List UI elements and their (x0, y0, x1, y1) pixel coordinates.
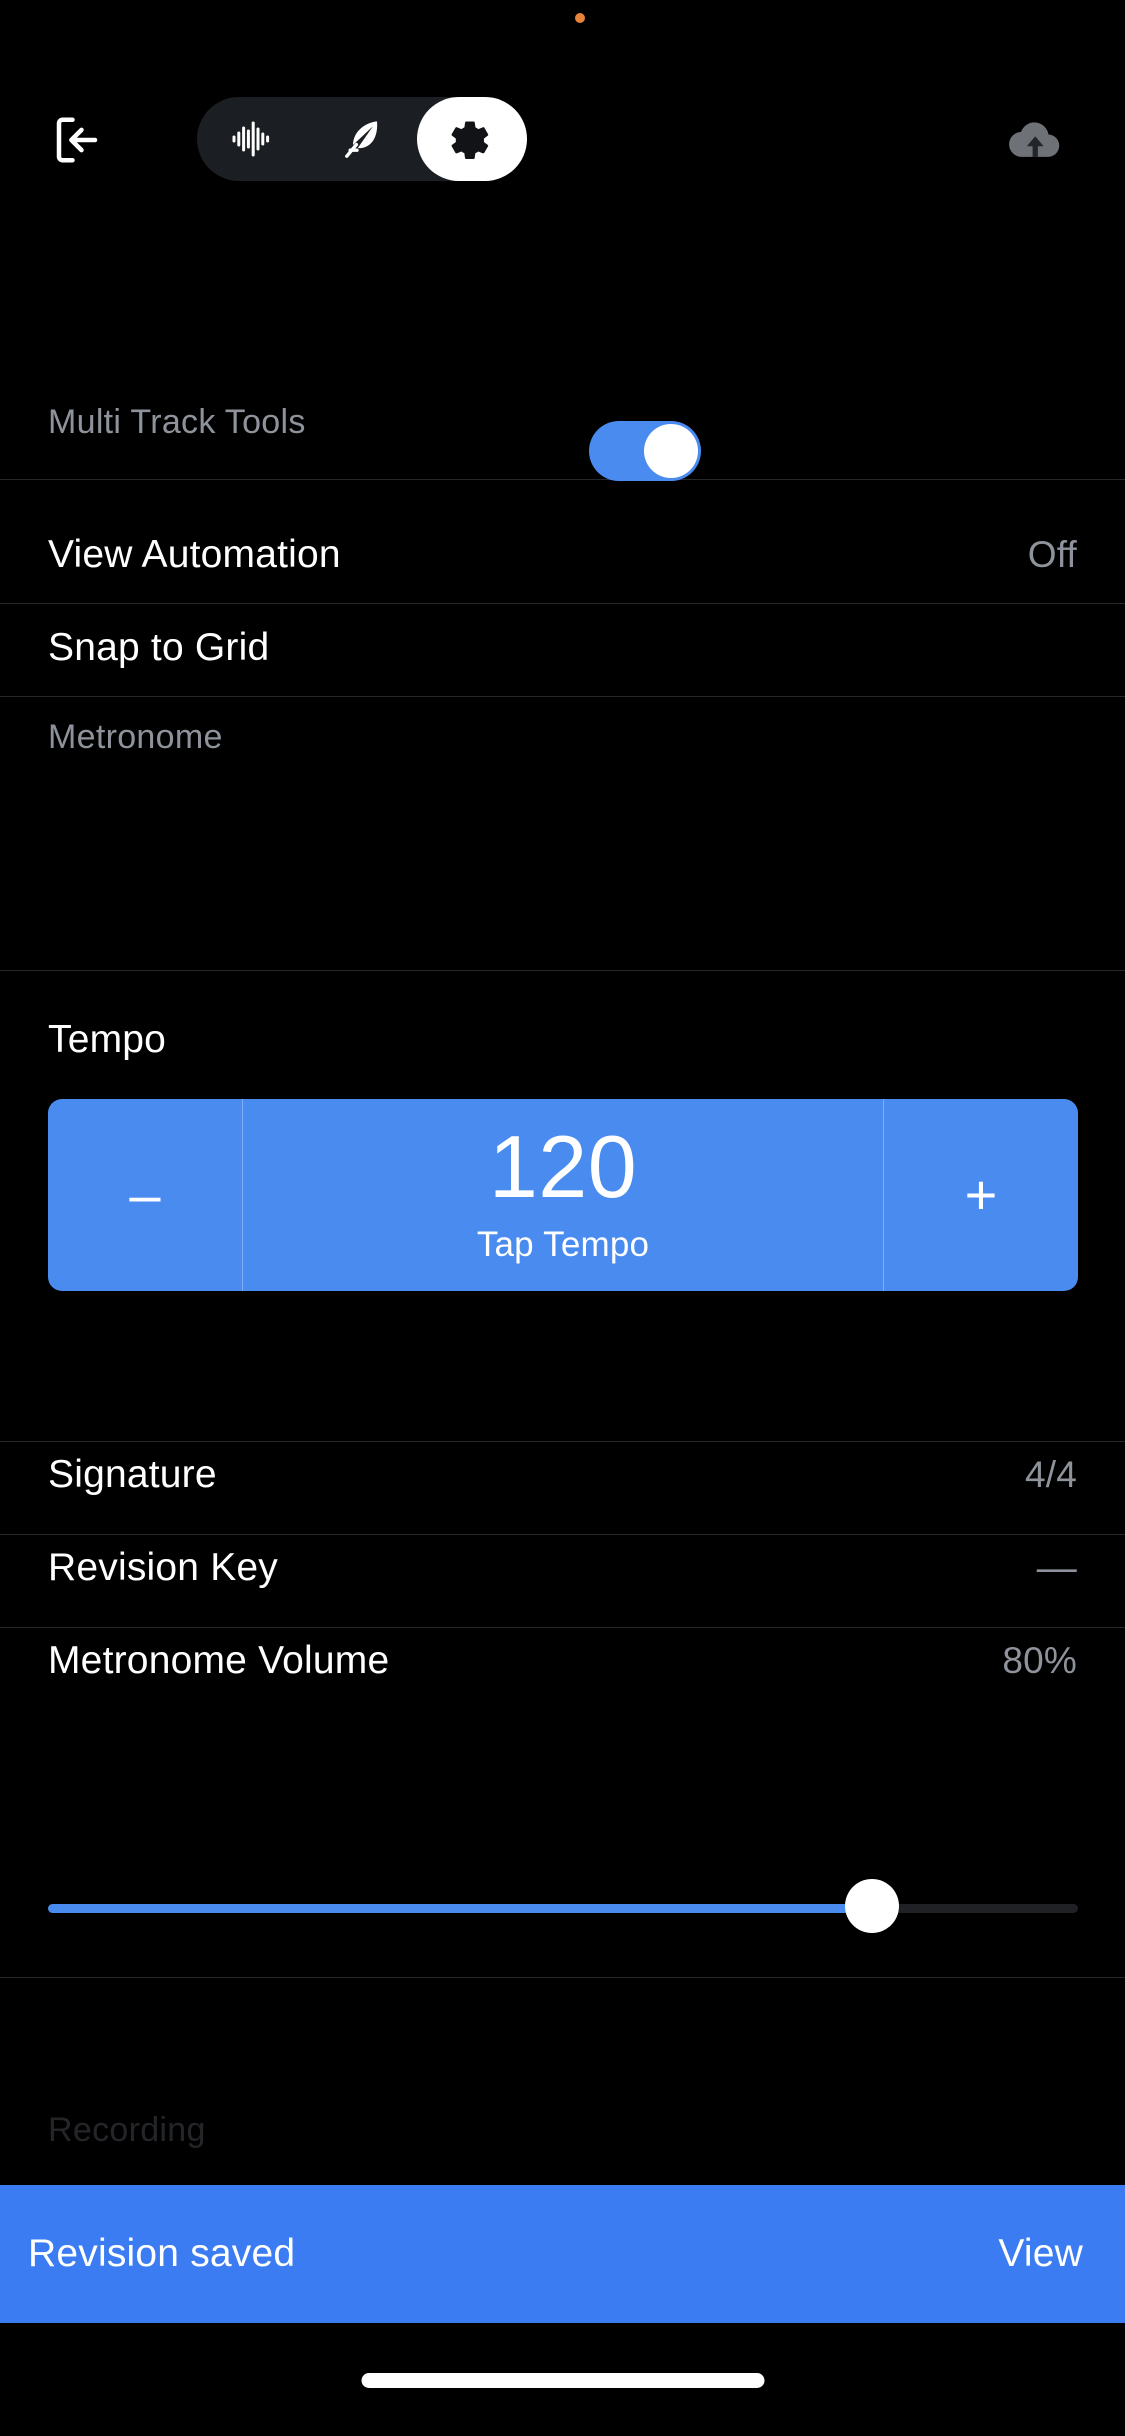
feather-quill-icon (345, 121, 378, 158)
row-view-automation[interactable]: View Automation Off (0, 520, 1125, 590)
tempo-increment-button[interactable]: + (883, 1099, 1078, 1291)
snap-to-grid-toggle[interactable] (589, 421, 701, 481)
home-indicator[interactable] (361, 2373, 764, 2388)
tap-tempo-button[interactable]: 120 Tap Tempo (243, 1099, 883, 1291)
row-value: 80% (1002, 1640, 1077, 1681)
row-revision-key[interactable]: Revision Key — (0, 1533, 1125, 1603)
segment-lyrics[interactable] (307, 97, 417, 181)
tap-tempo-label: Tap Tempo (476, 1224, 650, 1264)
recording-status-dot (575, 13, 585, 23)
tempo-decrement-button[interactable]: – (48, 1099, 243, 1291)
row-label: Revision Key (48, 1546, 279, 1589)
row-value: 4/4 (1024, 1454, 1077, 1495)
row-metronome-volume[interactable]: Metronome Volume 80% (0, 1626, 1125, 1696)
row-label: View Automation (48, 533, 341, 576)
snackbar-message: Revision saved (28, 2232, 296, 2275)
tempo-stepper[interactable]: – 120 Tap Tempo + (48, 1099, 1078, 1291)
gear-icon (451, 121, 489, 160)
snackbar: Revision saved View (0, 2185, 1125, 2323)
upload-button[interactable] (1002, 109, 1068, 173)
row-label: Tempo (48, 1018, 167, 1061)
snackbar-view-action[interactable]: View (998, 2232, 1093, 2276)
metronome-volume-slider[interactable] (48, 1879, 1078, 1933)
divider (0, 479, 1125, 480)
row-snap-to-grid[interactable]: Snap to Grid (0, 613, 1125, 683)
segment-settings[interactable] (417, 97, 527, 181)
row-value: Off (1027, 534, 1077, 575)
row-signature[interactable]: Signature 4/4 (0, 1440, 1125, 1510)
tempo-value: 120 (488, 1117, 638, 1217)
row-label: Metronome Volume (48, 1639, 390, 1682)
audio-waveform-icon (232, 121, 270, 157)
toggle-knob (644, 424, 698, 478)
divider (0, 1977, 1125, 1978)
top-toolbar (0, 95, 1125, 185)
exit-door-arrow-icon (56, 117, 98, 163)
view-mode-segmented-control[interactable] (197, 97, 527, 181)
row-label: Signature (48, 1453, 217, 1496)
row-value: — (1036, 1546, 1077, 1590)
divider (0, 696, 1125, 697)
slider-fill (48, 1904, 872, 1913)
divider (0, 970, 1125, 971)
row-tempo: Tempo (0, 1005, 1125, 1075)
divider (0, 603, 1125, 604)
settings-screen: Multi Track Tools View Automation Off Sn… (0, 0, 1125, 2436)
section-header-recording: Recording (48, 2111, 206, 2149)
slider-thumb[interactable] (845, 1879, 899, 1933)
section-header-multi-track-tools: Multi Track Tools (48, 403, 306, 441)
section-header-metronome: Metronome (48, 718, 223, 756)
row-label: Snap to Grid (48, 626, 270, 669)
exit-button[interactable] (44, 107, 110, 173)
cloud-upload-icon (1009, 122, 1060, 157)
segment-waveform[interactable] (197, 97, 307, 181)
